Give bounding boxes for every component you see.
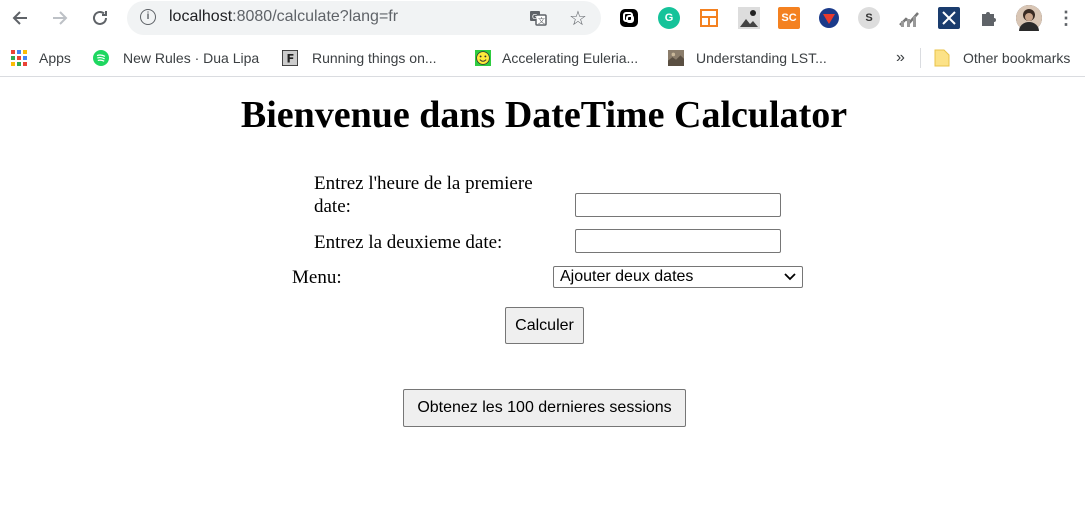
spotify-icon bbox=[93, 50, 109, 66]
forward-arrow-icon[interactable] bbox=[48, 6, 72, 30]
operation-select[interactable]: Ajouter deux dates bbox=[553, 266, 803, 288]
translate-icon[interactable]: G文 bbox=[529, 9, 547, 27]
sc-icon[interactable]: SC bbox=[778, 7, 800, 29]
folder-icon bbox=[934, 49, 950, 67]
first-date-input[interactable] bbox=[575, 193, 781, 217]
bookmark-eulerian[interactable]: Accelerating Euleria... bbox=[475, 49, 638, 67]
f-letter-icon: F bbox=[282, 50, 298, 66]
grammarly-icon[interactable]: G bbox=[658, 7, 680, 29]
bookmark-label: Accelerating Euleria... bbox=[502, 50, 639, 66]
calculate-button[interactable]: Calculer bbox=[505, 307, 584, 344]
bookmarks-overflow-button[interactable]: » bbox=[896, 49, 905, 67]
first-date-label: Entrez l'heure de la premiere date: bbox=[314, 173, 533, 217]
bookmark-label: Understanding LST... bbox=[696, 50, 827, 66]
second-date-input[interactable] bbox=[575, 229, 781, 253]
menu-dots-icon[interactable]: ⋮ bbox=[1057, 7, 1075, 29]
chevron-down-icon bbox=[784, 268, 796, 286]
smiley-icon bbox=[475, 50, 491, 66]
s-icon[interactable]: S bbox=[858, 7, 880, 29]
reload-icon[interactable] bbox=[88, 6, 112, 30]
other-bookmarks[interactable]: Other bookmarks bbox=[934, 49, 1070, 67]
chart-icon[interactable] bbox=[898, 7, 920, 29]
menu-label: Menu: bbox=[292, 267, 342, 288]
photo-icon[interactable] bbox=[738, 7, 760, 29]
back-arrow-icon[interactable] bbox=[8, 6, 32, 30]
other-bookmarks-label: Other bookmarks bbox=[963, 50, 1071, 66]
second-date-label: Entrez la deuxieme date: bbox=[314, 232, 503, 253]
bookmark-apps[interactable]: Apps bbox=[11, 49, 71, 67]
svg-text:F: F bbox=[286, 51, 294, 65]
operation-select-value: Ajouter deux dates bbox=[560, 268, 694, 285]
bookmark-label: Running things on... bbox=[312, 50, 437, 66]
bookmark-label: New Rules · Dua Lipa bbox=[123, 50, 260, 66]
bookmarks-divider bbox=[920, 48, 921, 68]
page-content: Bienvenue dans DateTime Calculator Entre… bbox=[0, 81, 1085, 518]
bookmark-running-things[interactable]: F Running things on... bbox=[282, 49, 437, 67]
bookmark-lstm[interactable]: Understanding LST... bbox=[668, 49, 827, 67]
svg-text:文: 文 bbox=[538, 16, 545, 25]
apps-grid-icon bbox=[11, 50, 27, 66]
bookmarks-bar: Apps New Rules · Dua Lipa F Running thin… bbox=[0, 40, 1085, 77]
superhero-icon[interactable] bbox=[818, 7, 840, 29]
browser-toolbar: i localhost:8080/calculate?lang=fr G文 ☆ … bbox=[0, 0, 1085, 36]
bookmark-spotify[interactable]: New Rules · Dua Lipa bbox=[93, 49, 259, 67]
get-sessions-button[interactable]: Obtenez les 100 dernieres sessions bbox=[403, 389, 686, 427]
puzzle-icon[interactable] bbox=[978, 7, 1000, 29]
info-icon[interactable]: i bbox=[140, 9, 156, 25]
profile-avatar-icon[interactable] bbox=[1016, 5, 1042, 31]
bookmark-label: Apps bbox=[39, 50, 71, 66]
chain-icon[interactable] bbox=[618, 7, 640, 29]
layout-icon[interactable] bbox=[698, 7, 720, 29]
bookmark-star-icon[interactable]: ☆ bbox=[569, 6, 587, 31]
svg-text:G: G bbox=[532, 13, 537, 21]
page-title: Bienvenue dans DateTime Calculator bbox=[240, 94, 848, 136]
image-thumb-icon bbox=[668, 50, 684, 66]
address-bar[interactable]: i localhost:8080/calculate?lang=fr G文 ☆ bbox=[127, 1, 601, 35]
x-icon[interactable] bbox=[938, 7, 960, 29]
url-text[interactable]: localhost:8080/calculate?lang=fr bbox=[169, 8, 398, 26]
